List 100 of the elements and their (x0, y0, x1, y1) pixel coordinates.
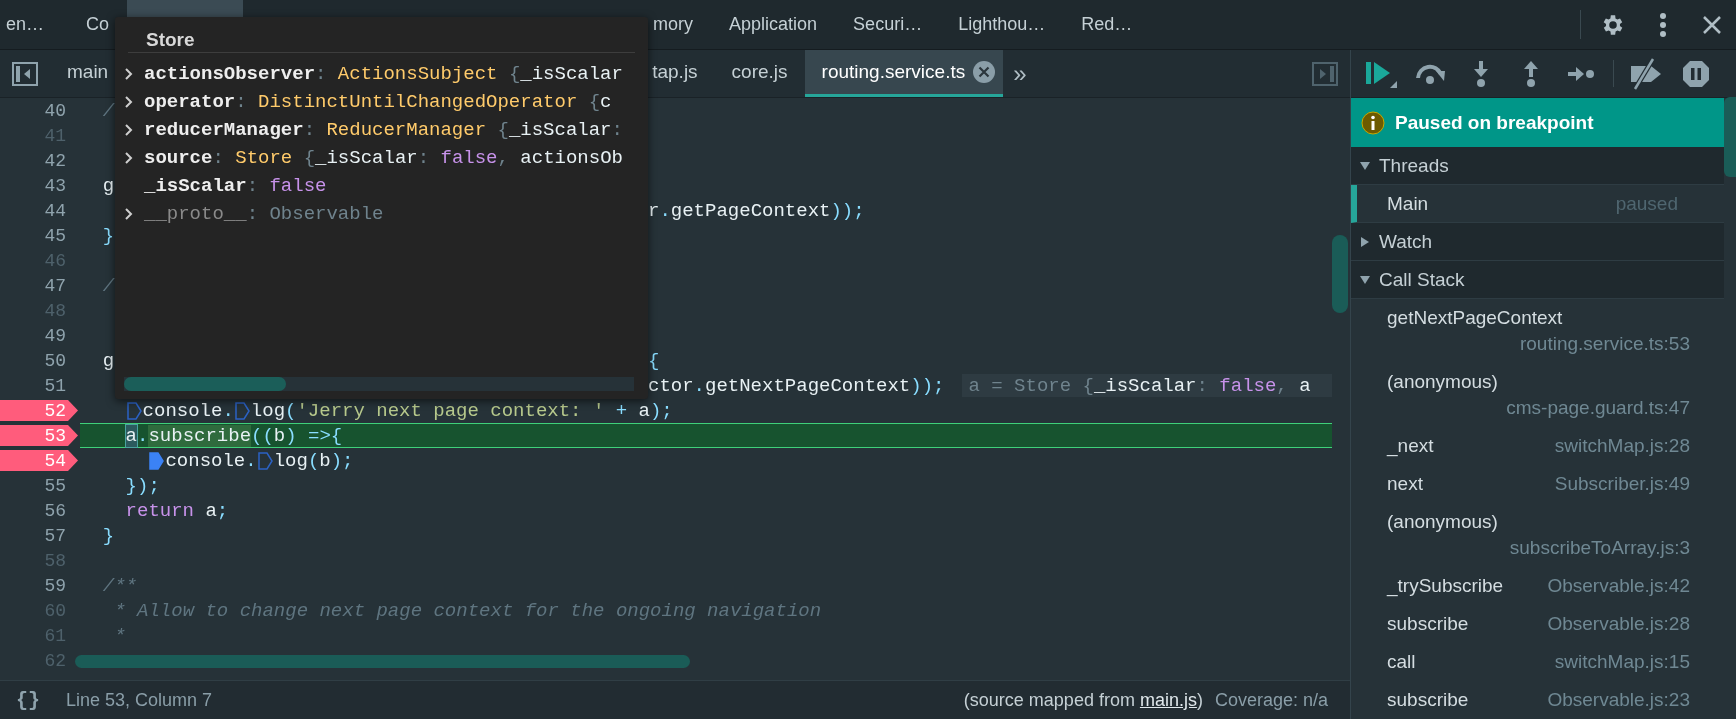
breakpoint-marker[interactable]: 52 (0, 398, 78, 423)
code-text: a.subscribe((b) =>{ (124, 424, 343, 447)
chevron-icon[interactable] (124, 151, 134, 165)
breakpoint-marker[interactable]: 53 (0, 423, 78, 448)
inline-value: a = Store {_isScalar: false, a (962, 374, 1332, 397)
step-into-icon (1472, 59, 1490, 88)
frame-name[interactable]: subscribe (1387, 687, 1469, 713)
section-header[interactable]: Call Stack (1351, 261, 1724, 299)
panel-tab[interactable]: en… (0, 0, 63, 49)
property-text[interactable]: __proto__: Observable (144, 203, 384, 225)
code-text: console. (142, 399, 234, 422)
thread-row[interactable]: Main paused (1351, 185, 1724, 223)
file-tab[interactable]: core.js (714, 50, 805, 97)
section-header[interactable]: Watch (1351, 223, 1724, 261)
pause-octagon-icon (1682, 59, 1710, 88)
panel-tab[interactable]: Securi… (835, 0, 941, 49)
line-number[interactable]: 56 (0, 498, 78, 523)
frame-location[interactable]: Observable.js:28 (1547, 611, 1690, 637)
banner-text: Paused on breakpoint (1395, 111, 1594, 134)
frame-location[interactable]: Observable.js:42 (1547, 573, 1690, 599)
panel-tab[interactable]: Lighthou… (940, 0, 1064, 49)
code-text: / (101, 99, 115, 122)
chevron-icon[interactable] (124, 207, 134, 221)
code-text: } (101, 224, 115, 247)
line-number[interactable]: 59 (0, 573, 78, 598)
property-text[interactable]: reducerManager: ReducerManager {_isScalar: (144, 119, 623, 141)
close-icon (1702, 14, 1722, 35)
frame-name[interactable]: getNextPageContext (1387, 305, 1563, 331)
inline-breakpoint-icon[interactable] (149, 451, 165, 470)
scrollbar-thumb[interactable] (1724, 97, 1736, 177)
source-link[interactable]: main.js (1139, 689, 1197, 710)
close-icon[interactable] (973, 61, 996, 83)
property-text[interactable]: actionsObserver: ActionsSubject {_isScalar (144, 63, 623, 85)
line-number[interactable]: 45 (0, 223, 78, 248)
frame-name[interactable]: next (1387, 471, 1423, 497)
panel-tab[interactable]: Red… (1063, 0, 1151, 49)
frame-location[interactable]: subscribeToArray.js:3 (1509, 535, 1690, 561)
sidebar-toggle-icon (12, 61, 38, 86)
frame-name[interactable]: (anonymous) (1387, 509, 1498, 535)
scrollbar-thumb[interactable] (124, 377, 286, 391)
frame-name[interactable]: subscribe (1387, 611, 1469, 637)
code-text: r.getPageContext)); (648, 199, 865, 222)
section-title: Watch (1379, 230, 1433, 253)
scrollbar-thumb[interactable] (1332, 235, 1348, 313)
pretty-print-button[interactable]: {} (16, 688, 40, 712)
line-number[interactable]: 43 (0, 173, 78, 198)
line-number[interactable]: 55 (0, 473, 78, 498)
property-text[interactable]: operator: DistinctUntilChangedOperator {c (144, 91, 612, 113)
scrollbar-thumb[interactable] (75, 655, 690, 668)
code-text: { (648, 349, 660, 372)
kebab-menu-icon (1659, 11, 1667, 38)
frame-location[interactable]: Subscriber.js:49 (1554, 471, 1690, 497)
frame-location[interactable]: switchMap.js:15 (1554, 649, 1690, 675)
code-text: g (101, 349, 115, 372)
code-text: }); (124, 474, 160, 497)
property-text[interactable]: _isScalar: false (144, 175, 327, 197)
code-text: log('Jerry next page context: ' + a); (250, 399, 673, 422)
line-number[interactable]: 49 (0, 323, 78, 348)
breakpoint-marker[interactable]: 54 (0, 448, 78, 473)
line-number[interactable]: 42 (0, 148, 78, 173)
inline-breakpoint-icon[interactable] (126, 401, 142, 420)
code-text: /** (101, 574, 138, 597)
code-text: return a; (124, 499, 229, 522)
collapsed-triangle-icon[interactable] (1359, 235, 1371, 248)
line-number[interactable]: 44 (0, 198, 78, 223)
thread-status: paused (1615, 192, 1678, 215)
chevron-icon[interactable] (124, 95, 134, 109)
line-number[interactable]: 50 (0, 348, 78, 373)
step-out-icon (1522, 59, 1540, 88)
inline-breakpoint-icon[interactable] (234, 401, 250, 420)
frame-name[interactable]: call (1387, 649, 1416, 675)
frame-location[interactable]: Observable.js:23 (1547, 687, 1690, 713)
frame-name[interactable]: (anonymous) (1387, 369, 1498, 395)
chevron-icon[interactable] (124, 123, 134, 137)
info-icon (1361, 110, 1385, 135)
breakpoint-slash-icon (1629, 57, 1663, 90)
more-tabs-button[interactable]: » (1003, 50, 1037, 97)
popup-title: Store (128, 17, 635, 53)
frame-name[interactable]: _next (1387, 433, 1434, 459)
frame-name[interactable]: _trySubscribe (1387, 573, 1504, 599)
frame-location[interactable]: switchMap.js:28 (1554, 433, 1690, 459)
chevron-icon[interactable] (124, 67, 134, 81)
line-number[interactable]: 51 (0, 373, 78, 398)
line-number[interactable]: 47 (0, 273, 78, 298)
line-number[interactable]: 40 (0, 98, 78, 123)
code-text: g (101, 174, 115, 197)
section-header[interactable]: Threads (1351, 147, 1724, 185)
panel-tab[interactable]: Application (711, 0, 836, 49)
frame-location[interactable]: cms-page.guard.ts:47 (1506, 395, 1690, 421)
expanded-triangle-icon[interactable] (1359, 159, 1371, 172)
line-number[interactable]: 57 (0, 523, 78, 548)
scrollbar-track[interactable] (124, 377, 634, 391)
cursor-position: Line 53, Column 7 (66, 689, 213, 711)
file-tab[interactable]: routing.service.ts (804, 50, 1004, 97)
frame-location[interactable]: routing.service.ts:53 (1519, 331, 1690, 357)
code-text: console. (165, 449, 257, 472)
sidebar-toggle-icon (1312, 61, 1338, 86)
thread-name: Main (1387, 192, 1429, 215)
expanded-triangle-icon[interactable] (1359, 273, 1371, 286)
property-text[interactable]: source: Store {_isScalar: false, actionsOb (144, 147, 623, 169)
